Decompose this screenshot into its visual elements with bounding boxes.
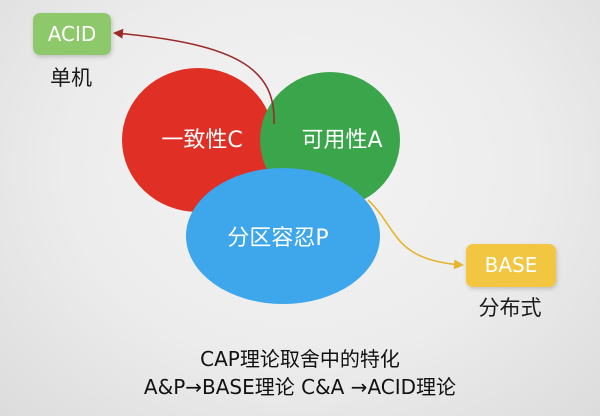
acid-caption: 单机 xyxy=(50,66,92,90)
footer-line-2: A&P→BASE理论 C&A →ACID理论 xyxy=(144,375,456,399)
base-caption: 分布式 xyxy=(479,296,542,320)
cap-diagram: 一致性C 可用性A 分区容忍P ACID 单机 BASE 分布式 CAP理论取舍… xyxy=(33,13,556,399)
acid-label: ACID xyxy=(48,22,97,46)
availability-label: 可用性A xyxy=(301,128,382,153)
base-label: BASE xyxy=(485,253,538,277)
arrow-to-base xyxy=(367,199,464,270)
consistency-label: 一致性C xyxy=(161,128,242,153)
footer-line-1: CAP理论取舍中的特化 xyxy=(200,347,400,371)
partition-label: 分区容忍P xyxy=(227,226,328,251)
